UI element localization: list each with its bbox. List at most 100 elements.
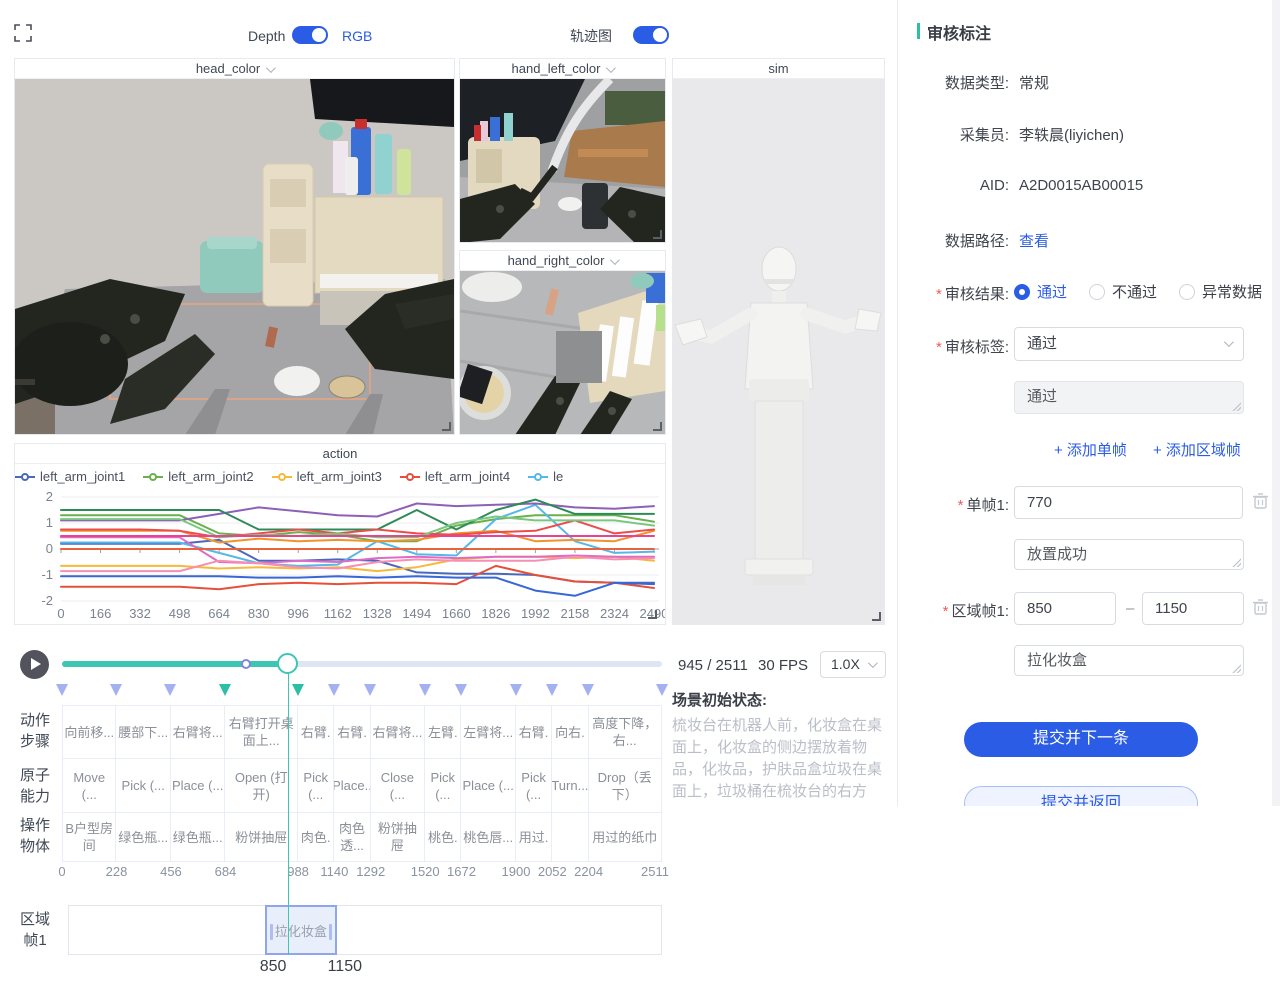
svg-text:2158: 2158 (560, 606, 589, 621)
delete-single-frame-icon[interactable] (1252, 492, 1269, 510)
trajectory-toggle[interactable] (633, 26, 669, 44)
table-cell: 用过的纸巾 (589, 813, 662, 861)
table-cell: Move (... (62, 759, 116, 812)
radio-option-abnormal[interactable]: 异常数据 (1179, 281, 1262, 302)
svg-text:664: 664 (208, 606, 230, 621)
hand-left-camera-header[interactable]: hand_left_color (460, 59, 665, 79)
submit-return-button[interactable]: 提交并返回 (964, 786, 1198, 806)
hand-right-camera-header[interactable]: hand_right_color (460, 251, 665, 271)
resize-handle-icon[interactable] (653, 230, 662, 239)
svg-text:830: 830 (248, 606, 270, 621)
review-annotation-panel: 审核标注 数据类型: 常规 采集员: 李轶晨(liyichen) AID: A2… (897, 0, 1280, 806)
segment-boundary-marker[interactable] (56, 684, 68, 696)
hand-left-camera-title: hand_left_color (512, 61, 601, 76)
segment-boundary-marker[interactable] (164, 684, 176, 696)
segment-boundary-marker[interactable] (419, 684, 431, 696)
resize-handle-icon[interactable] (442, 422, 451, 431)
region-start-input[interactable]: 850 (1014, 592, 1116, 625)
review-tag-note-text: 通过 (1027, 388, 1057, 405)
region-segment-label: 拉化妆盒 (275, 921, 327, 940)
axis-tick-label: 1292 (356, 864, 385, 879)
segment-boundary-marker[interactable] (292, 684, 304, 696)
play-icon (31, 658, 41, 670)
legend-item[interactable]: left_arm_joint1 (15, 469, 125, 484)
joint-trajectory-chart: -2-1012016633249866483099611621328149416… (15, 487, 665, 624)
hand-right-camera-image (460, 271, 665, 434)
sim-robot-figure (673, 79, 884, 624)
radio-option-pass[interactable]: 通过 (1014, 281, 1067, 302)
resize-grip-icon[interactable] (1232, 402, 1241, 411)
resize-handle-icon[interactable] (653, 422, 662, 431)
resize-grip-icon[interactable] (1232, 558, 1241, 567)
depth-rgb-toggle[interactable] (292, 26, 328, 44)
review-result-label: *审核结果: (898, 283, 1009, 304)
required-star: * (943, 603, 949, 620)
single-frame-desc-textarea[interactable]: 放置成功 (1014, 539, 1244, 570)
region-right-handle[interactable] (329, 924, 332, 940)
review-tag-select[interactable]: 通过 (1014, 327, 1244, 361)
segment-boundary-marker[interactable] (219, 684, 231, 696)
svg-text:1494: 1494 (402, 606, 431, 621)
segment-boundary-marker[interactable] (546, 684, 558, 696)
frame-counter: 945 / 2511 (678, 657, 748, 674)
legend-series-icon (400, 473, 420, 481)
svg-text:2: 2 (46, 489, 53, 504)
resize-handle-icon[interactable] (648, 610, 657, 619)
legend-item[interactable]: left_arm_joint3 (272, 469, 382, 484)
hand-right-camera-panel: hand_right_color (459, 250, 666, 435)
radio-option-fail[interactable]: 不通过 (1089, 281, 1157, 302)
resize-grip-icon[interactable] (1232, 664, 1241, 673)
scene-initial-state: 场景初始状态: 梳妆台在机器人前，化妆盒在桌面上，化妆盒的侧边摆放着物品，化妆品… (672, 689, 890, 803)
table-cell: B户型房间 (62, 813, 116, 861)
playback-speed-select[interactable]: 1.0X (820, 651, 886, 678)
fullscreen-icon[interactable] (14, 24, 32, 42)
submit-next-button[interactable]: 提交并下一条 (964, 722, 1198, 757)
segment-boundary-marker[interactable] (510, 684, 522, 696)
legend-item[interactable]: le (528, 469, 563, 484)
segment-boundary-marker[interactable] (328, 684, 340, 696)
axis-tick-label: 0 (58, 864, 65, 879)
segment-boundary-marker[interactable] (656, 684, 668, 696)
region-frame-label: *区域帧1: (898, 600, 1009, 621)
add-single-frame-link[interactable]: + 添加单帧 (1054, 439, 1127, 460)
review-tag-note-textarea[interactable]: 通过 (1014, 381, 1244, 414)
region-frame-desc-text: 拉化妆盒 (1027, 652, 1087, 669)
panel-scrollbar[interactable] (1272, 0, 1280, 806)
table-cell: Place.. (334, 759, 370, 812)
segment-boundary-marker[interactable] (110, 684, 122, 696)
head-camera-title: head_color (196, 61, 260, 76)
required-star: * (958, 497, 964, 514)
single-frame-input[interactable]: 770 (1014, 486, 1243, 519)
table-cell: 右臂. (334, 706, 370, 758)
region-frame-desc-textarea[interactable]: 拉化妆盒 (1014, 645, 1244, 676)
required-star: * (936, 339, 942, 356)
aid-value: A2D0015AB00015 (1019, 177, 1143, 194)
add-region-frame-link[interactable]: + 添加区域帧 (1153, 439, 1241, 460)
toggle-knob (653, 28, 667, 42)
legend-series-icon (15, 473, 35, 481)
region-frame-segment[interactable]: 拉化妆盒 (265, 905, 337, 955)
segment-boundary-marker[interactable] (364, 684, 376, 696)
region-start-frame: 850 (260, 958, 287, 976)
timeline-slider-handle[interactable] (277, 653, 298, 674)
data-path-view-link[interactable]: 查看 (1019, 230, 1049, 251)
single-frame-marker-dot[interactable] (241, 659, 251, 669)
sim-header: sim (673, 59, 884, 79)
svg-text:1826: 1826 (481, 606, 510, 621)
delete-region-frame-icon[interactable] (1252, 598, 1269, 616)
region-frame-track[interactable] (68, 905, 662, 955)
resize-handle-icon[interactable] (872, 612, 881, 621)
legend-item[interactable]: left_arm_joint2 (143, 469, 253, 484)
head-camera-header[interactable]: head_color (15, 59, 454, 79)
table-cell: 右臂. (298, 706, 334, 758)
legend-item[interactable]: left_arm_joint4 (400, 469, 510, 484)
play-button[interactable] (20, 650, 49, 679)
svg-text:0: 0 (57, 606, 64, 621)
region-end-input[interactable]: 1150 (1142, 592, 1244, 625)
table-cell: 绿色瓶... (116, 813, 170, 861)
frame-axis-labels: 0228456684988114012921520167219002052220… (0, 864, 700, 879)
segment-boundary-marker[interactable] (455, 684, 467, 696)
svg-text:996: 996 (287, 606, 309, 621)
region-left-handle[interactable] (270, 924, 273, 940)
segment-boundary-marker[interactable] (582, 684, 594, 696)
